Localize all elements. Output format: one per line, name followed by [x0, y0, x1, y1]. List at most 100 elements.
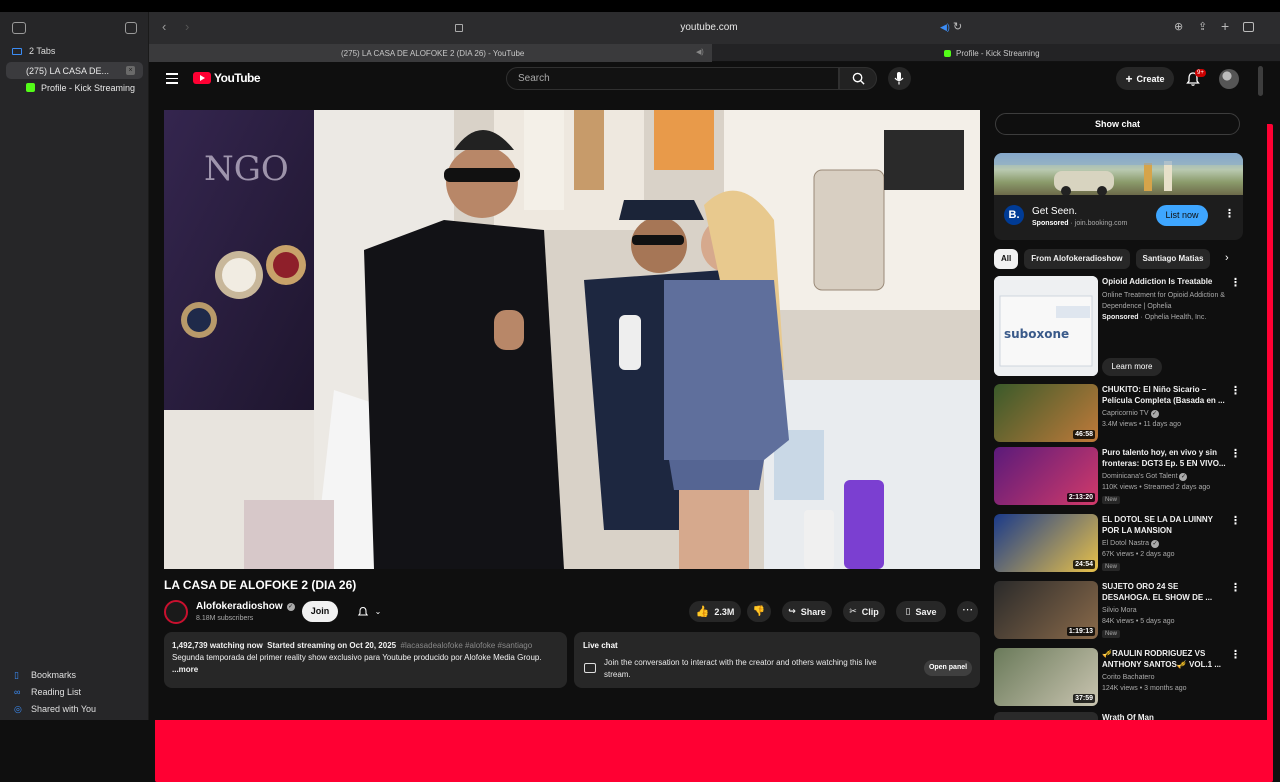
verified-check-icon: ✓	[286, 602, 295, 611]
page-scrollbar[interactable]	[1254, 62, 1267, 720]
recommendation-item[interactable]: 24:54 EL DOTOL SE LA DA LUINNY POR LA MA…	[994, 514, 1244, 572]
chevron-right-icon[interactable]: ›	[1225, 252, 1229, 264]
rec-menu-icon[interactable]: ⋮	[1230, 278, 1241, 289]
rec-menu-icon[interactable]: ⋮	[1230, 386, 1241, 397]
menu-icon[interactable]	[166, 73, 178, 84]
tab-youtube[interactable]: (275) LA CASA DE ALOFOKE 2 (DIA 26) - Yo…	[341, 44, 524, 112]
rec-menu-icon[interactable]: ⋮	[1230, 583, 1241, 594]
plus-icon: +	[1125, 71, 1133, 86]
sidebar-reading-list[interactable]: ∞ Reading List	[14, 687, 81, 697]
browser-sidebar: 2 Tabs (275) LA CASA DE... × Profile - K…	[0, 12, 1273, 782]
scissors-icon: ✂	[849, 606, 857, 616]
tab-overview-icon[interactable]	[125, 22, 137, 34]
forward-icon[interactable]: ›	[185, 20, 189, 34]
ad-menu-icon[interactable]: ⋮	[1224, 209, 1235, 220]
create-label: Create	[1136, 73, 1165, 84]
browser-toolbar: ‹ › youtube.com ◀) ↻ ⊕ ⇪ +	[149, 12, 1280, 44]
watching-count: 1,492,739 watching now	[172, 641, 263, 650]
dislike-button[interactable]: 👎	[747, 601, 771, 622]
rec-thumbnail: 46:58	[994, 384, 1098, 442]
search-button[interactable]	[839, 67, 877, 90]
youtube-play-icon	[193, 72, 211, 84]
share-button[interactable]: ↪ Share	[782, 601, 832, 622]
download-icon[interactable]: ⊕	[1174, 20, 1183, 33]
close-tab-icon[interactable]: ×	[126, 66, 135, 75]
rec-menu-icon[interactable]: ⋮	[1230, 650, 1241, 661]
duration-badge: 2:13:20	[1066, 493, 1095, 502]
advertiser: · Ophelia Health, Inc.	[1140, 314, 1207, 321]
chip-all[interactable]: All	[994, 249, 1019, 269]
scrollbar-thumb[interactable]	[1258, 66, 1263, 96]
rec-title: 🎺RAULIN RODRIGUEZ VS ANTHONY SANTOS🎺 VOL…	[1102, 649, 1222, 669]
subscription-notifications-button[interactable]: ⌄	[349, 601, 389, 622]
new-badge: New	[1102, 630, 1121, 638]
share-arrow-icon: ↪	[788, 606, 796, 616]
address-bar[interactable]: youtube.com	[449, 20, 969, 36]
recommendation-item[interactable]: Wrath Of Man	[994, 712, 1244, 720]
recommendation-item[interactable]: 1:19:13 SUJETO ORO 24 SE DESAHOGA. EL SH…	[994, 581, 1244, 639]
rec-menu-icon[interactable]: ⋮	[1230, 516, 1241, 527]
join-button[interactable]: Join	[302, 601, 338, 622]
like-button[interactable]: 👍 2.3M	[689, 601, 741, 622]
open-panel-button[interactable]: Open panel	[924, 660, 972, 676]
channel-avatar[interactable]	[164, 600, 188, 624]
svg-text:NGO: NGO	[204, 149, 289, 189]
reload-icon[interactable]: ↻	[953, 20, 962, 33]
learn-more-button[interactable]: Learn more	[1102, 358, 1162, 376]
description-box[interactable]: 1,492,739 watching now Started streaming…	[164, 632, 567, 688]
tab-label: Profile - Kick Streaming	[956, 48, 1040, 58]
back-icon[interactable]: ‹	[162, 20, 166, 34]
duration-badge: 37:59	[1073, 694, 1095, 703]
list-now-button[interactable]: List now	[1156, 205, 1208, 226]
clip-button[interactable]: ✂ Clip	[843, 601, 885, 622]
share-icon[interactable]: ⇪	[1198, 20, 1207, 33]
rec-menu-icon[interactable]: ⋮	[1230, 449, 1241, 460]
rec-thumbnail: 2:13:20	[994, 447, 1098, 505]
svg-text:suboxone: suboxone	[1004, 327, 1069, 341]
ad-banner-image	[994, 153, 1243, 196]
new-tab-icon[interactable]: +	[1221, 18, 1229, 34]
recommendation-item[interactable]: 2:13:20 Puro talento hoy, en vivo y sin …	[994, 447, 1244, 505]
tab-kick[interactable]: Profile - Kick Streaming	[944, 44, 1040, 62]
sidebar-bookmarks-label: Bookmarks	[31, 670, 77, 680]
ad-subline: Sponsored · join.booking.com	[1032, 220, 1127, 227]
sidebar-toggle-icon[interactable]	[12, 22, 26, 34]
chip-from-channel[interactable]: From Alofokeradioshow	[1024, 249, 1130, 269]
sidebar-shared-with-you[interactable]: ◎ Shared with You	[14, 704, 96, 714]
chat-bubble-icon	[584, 663, 596, 673]
tabs-overview-icon[interactable]	[1243, 22, 1254, 32]
video-player[interactable]: NGO	[164, 110, 980, 569]
chevron-down-icon: ⌄	[374, 607, 382, 616]
sidebar-tab-kick[interactable]: Profile - Kick Streaming	[6, 79, 143, 96]
voice-search-button[interactable]	[888, 67, 911, 90]
account-avatar[interactable]	[1219, 69, 1239, 89]
rec-title: SUJETO ORO 24 SE DESAHOGA. EL SHOW DE ..…	[1102, 582, 1213, 602]
save-button[interactable]: ▯ Save	[896, 601, 946, 622]
search-input[interactable]: Search	[506, 67, 839, 90]
sponsored-recommendation[interactable]: suboxone Opioid Addiction Is Treatable O…	[994, 276, 1244, 380]
tab-audio-icon[interactable]: ◀)	[696, 48, 704, 56]
youtube-logo[interactable]: YouTube	[193, 71, 261, 85]
rec-channel: Capricornio TV ✓	[1102, 408, 1159, 419]
description-more-link[interactable]: ...more	[172, 665, 198, 674]
clip-label: Clip	[861, 606, 879, 617]
rec-channel-name: El Dotol Nastra	[1102, 540, 1150, 547]
rec-meta: 84K views • 5 days ago	[1102, 618, 1175, 625]
rec-thumbnail: 1:19:13	[994, 581, 1098, 639]
sidebar-tab-youtube[interactable]: (275) LA CASA DE... ×	[6, 62, 1273, 782]
show-chat-button[interactable]: Show chat	[995, 113, 1240, 135]
rec-title: Opioid Addiction Is Treatable	[1102, 277, 1213, 286]
recommendation-item[interactable]: 46:58 CHUKITO: El Niño Sicario – Películ…	[994, 384, 1244, 442]
more-actions-icon[interactable]: ⋯	[957, 601, 978, 622]
speaker-icon[interactable]: ◀)	[940, 22, 950, 33]
chip-santiago-matias[interactable]: Santiago Matias	[1135, 249, 1211, 269]
microphone-icon	[894, 72, 904, 85]
stream-start-date: Started streaming on Oct 20, 2025	[267, 641, 397, 650]
recommendation-item[interactable]: 37:59 🎺RAULIN RODRIGUEZ VS ANTHONY SANTO…	[994, 648, 1244, 706]
sidebar-bookmarks[interactable]: ▯ Bookmarks	[14, 670, 76, 680]
channel-name[interactable]: Alofokeradioshow ✓	[196, 601, 295, 612]
create-button[interactable]: + Create	[1116, 67, 1174, 90]
like-count: 2.3M	[714, 606, 735, 617]
tab-group-header[interactable]: 2 Tabs	[12, 46, 55, 56]
sponsored-ad[interactable]: B. Get Seen. Sponsored · join.booking.co…	[994, 153, 1243, 240]
